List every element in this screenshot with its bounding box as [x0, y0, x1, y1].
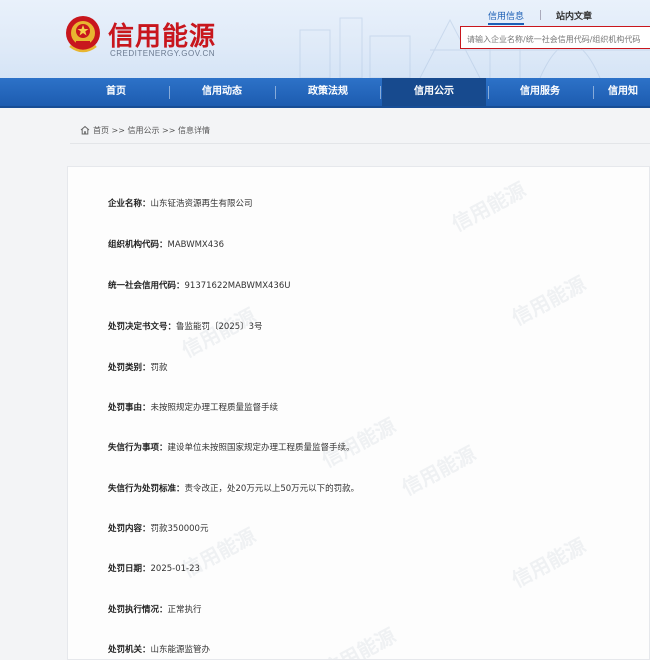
watermark: 信用能源: [507, 533, 590, 593]
field-value: 未按照规定办理工程质量监督手续: [150, 403, 279, 413]
field-label: 失信行为处罚标准：: [108, 484, 185, 494]
field-label: 组织机构代码：: [108, 240, 168, 250]
field-label: 处罚类别：: [108, 363, 151, 373]
site-domain: CREDITENERGY.GOV.CN: [110, 49, 216, 58]
field-value: 罚款350000元: [150, 524, 209, 534]
field-label: 处罚执行情况：: [108, 605, 168, 615]
search-tab-credit-info[interactable]: 信用信息: [488, 9, 525, 25]
details-panel: 信用能源 信用能源 信用能源 信用能源 信用能源 信用能源 信用能源 信用能源 …: [67, 166, 650, 660]
field-execution-status: 处罚执行情况：正常执行: [108, 603, 202, 615]
breadcrumb-divider: [70, 143, 650, 144]
main-nav: 首页 信用动态 政策法规 信用公示 信用服务 信用知: [0, 78, 650, 108]
field-label: 统一社会信用代码：: [108, 281, 185, 291]
field-company-name: 企业名称：山东钲浩资源再生有限公司: [108, 197, 253, 209]
breadcrumb-home[interactable]: 首页: [93, 126, 109, 135]
tab-divider: [540, 10, 541, 20]
nav-divider: [488, 86, 489, 99]
field-penalty-type: 处罚类别：罚款: [108, 361, 168, 373]
field-value: 山东钲浩资源再生有限公司: [150, 199, 253, 209]
watermark: 信用能源: [317, 623, 400, 660]
field-value: 正常执行: [167, 605, 202, 615]
home-icon[interactable]: [80, 125, 90, 135]
field-value: 罚款: [150, 363, 168, 373]
search-tab-site-articles[interactable]: 站内文章: [556, 9, 592, 22]
breadcrumb-separator: >>: [111, 126, 125, 135]
nav-item-credit-services[interactable]: 信用服务: [490, 78, 590, 106]
nav-divider: [169, 86, 170, 99]
field-label: 处罚事由：: [108, 403, 151, 413]
nav-item-credit-news[interactable]: 信用动态: [172, 78, 272, 106]
search-box: [460, 26, 650, 50]
field-value: 鲁监能罚〔2025〕3号: [176, 322, 263, 332]
breadcrumb-current: 信息详情: [178, 126, 210, 135]
national-emblem-icon: [66, 16, 100, 53]
nav-divider: [593, 86, 594, 99]
site-logo[interactable]: 信用能源 CREDITENERGY.GOV.CN: [64, 14, 324, 62]
field-penalty-content: 处罚内容：罚款350000元: [108, 522, 208, 534]
field-penalty-reason: 处罚事由：未按照规定办理工程质量监督手续: [108, 401, 278, 413]
watermark: 信用能源: [447, 177, 530, 237]
field-value: MABWMX436: [167, 240, 224, 250]
field-value: 2025-01-23: [150, 564, 200, 574]
field-penalty-date: 处罚日期：2025-01-23: [108, 562, 200, 574]
site-title: 信用能源: [108, 22, 217, 52]
search-input[interactable]: [461, 29, 650, 50]
field-decision-number: 处罚决定书文号：鲁监能罚〔2025〕3号: [108, 320, 263, 332]
field-label: 企业名称：: [108, 199, 151, 209]
field-label: 处罚日期：: [108, 564, 151, 574]
nav-item-credit-knowledge[interactable]: 信用知: [608, 78, 650, 106]
nav-divider: [275, 86, 276, 99]
field-label: 失信行为事项：: [108, 443, 168, 453]
breadcrumb-credit-disclosure[interactable]: 信用公示: [128, 126, 160, 135]
field-value: 责令改正，处20万元以上50万元以下的罚款。: [184, 484, 360, 494]
breadcrumb-separator: >>: [162, 126, 176, 135]
nav-item-credit-disclosure[interactable]: 信用公示: [382, 78, 486, 106]
nav-item-policies[interactable]: 政策法规: [278, 78, 378, 106]
field-credit-code: 统一社会信用代码：91371622MABWMX436U: [108, 279, 290, 291]
nav-divider: [380, 86, 381, 99]
site-header: 信用能源 CREDITENERGY.GOV.CN 信用信息 站内文章: [0, 0, 650, 78]
field-penalty-standard: 失信行为处罚标准：责令改正，处20万元以上50万元以下的罚款。: [108, 482, 359, 494]
field-label: 处罚决定书文号：: [108, 322, 177, 332]
field-org-code: 组织机构代码：MABWMX436: [108, 238, 224, 250]
field-label: 处罚机关：: [108, 645, 151, 655]
field-penalty-authority: 处罚机关：山东能源监管办: [108, 643, 210, 655]
nav-item-home[interactable]: 首页: [66, 78, 166, 106]
field-value: 建设单位未按照国家规定办理工程质量监督手续。: [167, 443, 355, 453]
field-violation-item: 失信行为事项：建设单位未按照国家规定办理工程质量监督手续。: [108, 441, 355, 453]
field-label: 处罚内容：: [108, 524, 151, 534]
field-value: 山东能源监管办: [150, 645, 211, 655]
watermark: 信用能源: [397, 441, 480, 501]
field-value: 91371622MABWMX436U: [184, 281, 291, 291]
watermark: 信用能源: [507, 271, 590, 331]
